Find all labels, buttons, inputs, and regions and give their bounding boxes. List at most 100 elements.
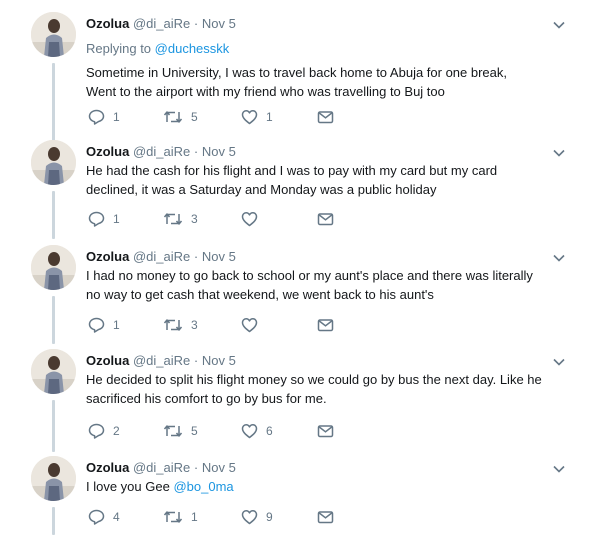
direct-message-button[interactable] [317, 508, 334, 526]
mention-link[interactable]: @duchesskk [155, 41, 230, 56]
username[interactable]: @di_aiRe [133, 249, 190, 264]
retweet-count: 1 [191, 510, 198, 524]
reply-button[interactable]: 4 [88, 508, 120, 526]
heart-icon [241, 110, 258, 125]
tweet-actions: 1 3 [86, 210, 346, 228]
direct-message-button[interactable] [317, 108, 334, 126]
like-count: 1 [266, 110, 273, 124]
thread-line [52, 296, 55, 344]
retweet-button[interactable]: 5 [163, 108, 198, 126]
retweet-button[interactable]: 3 [163, 316, 198, 334]
display-name[interactable]: Ozolua [86, 353, 129, 368]
timestamp[interactable]: Nov 5 [202, 353, 236, 368]
separator: · [193, 249, 199, 264]
reply-icon [88, 423, 105, 439]
retweet-count: 5 [191, 110, 198, 124]
retweet-icon [163, 213, 183, 225]
retweet-count: 3 [191, 212, 198, 226]
like-button[interactable]: 6 [241, 422, 273, 440]
reply-icon [88, 211, 105, 227]
display-name[interactable]: Ozolua [86, 460, 129, 475]
envelope-icon [317, 111, 334, 124]
avatar[interactable] [31, 245, 76, 290]
avatar-photo-icon [31, 349, 76, 394]
envelope-icon [317, 511, 334, 524]
thread-line [52, 191, 55, 239]
heart-icon [241, 510, 258, 525]
username[interactable]: @di_aiRe [133, 16, 190, 31]
separator: · [193, 16, 199, 31]
username[interactable]: @di_aiRe [133, 353, 190, 368]
retweet-icon [163, 111, 183, 123]
retweet-button[interactable]: 5 [163, 422, 198, 440]
retweet-button[interactable]: 1 [163, 508, 198, 526]
display-name[interactable]: Ozolua [86, 144, 129, 159]
tweet-text: He had the cash for his flight and I was… [86, 161, 576, 199]
heart-icon [241, 212, 258, 227]
avatar[interactable] [31, 140, 76, 185]
envelope-icon [317, 425, 334, 438]
tweet-text: He decided to split his flight money so … [86, 370, 576, 408]
chevron-down-icon[interactable] [553, 149, 565, 157]
chevron-down-icon[interactable] [553, 21, 565, 29]
tweet-actions: 1 3 [86, 316, 346, 334]
direct-message-button[interactable] [317, 422, 334, 440]
avatar-photo-icon [31, 245, 76, 290]
mention-link[interactable]: @bo_0ma [173, 479, 233, 494]
chevron-down-icon[interactable] [553, 358, 565, 366]
heart-icon [241, 318, 258, 333]
timestamp[interactable]: Nov 5 [202, 460, 236, 475]
like-button[interactable]: 9 [241, 508, 273, 526]
timestamp[interactable]: Nov 5 [202, 249, 236, 264]
reply-button[interactable]: 1 [88, 316, 120, 334]
direct-message-button[interactable] [317, 210, 334, 228]
avatar[interactable] [31, 349, 76, 394]
reply-count: 1 [113, 110, 120, 124]
reply-count: 4 [113, 510, 120, 524]
tweet-text: Sometime in University, I was to travel … [86, 63, 576, 101]
chevron-down-icon[interactable] [553, 465, 565, 473]
display-name[interactable]: Ozolua [86, 249, 129, 264]
separator: · [193, 144, 199, 159]
separator: · [193, 353, 199, 368]
reply-icon [88, 509, 105, 525]
replying-to-label: Replying to [86, 41, 152, 56]
retweet-count: 3 [191, 318, 198, 332]
tweet-header: Ozolua @di_aiRe · Nov 5 [86, 460, 236, 476]
retweet-icon [163, 425, 183, 437]
tweet-header: Ozolua @di_aiRe · Nov 5 [86, 353, 236, 369]
avatar[interactable] [31, 12, 76, 57]
like-button[interactable]: 1 [241, 108, 273, 126]
envelope-icon [317, 319, 334, 332]
chevron-down-icon[interactable] [553, 254, 565, 262]
reply-button[interactable]: 1 [88, 108, 120, 126]
like-count: 6 [266, 424, 273, 438]
tweet-text-body: Sometime in University, I was to travel … [86, 65, 508, 99]
username[interactable]: @di_aiRe [133, 144, 190, 159]
reply-button[interactable]: 2 [88, 422, 120, 440]
tweet-actions: 1 5 1 [86, 108, 346, 126]
thread-line [52, 400, 55, 452]
avatar-photo-icon [31, 140, 76, 185]
direct-message-button[interactable] [317, 316, 334, 334]
reply-count: 1 [113, 212, 120, 226]
display-name[interactable]: Ozolua [86, 16, 129, 31]
username[interactable]: @di_aiRe [133, 460, 190, 475]
thread-line [52, 63, 55, 145]
timestamp[interactable]: Nov 5 [202, 16, 236, 31]
envelope-icon [317, 213, 334, 226]
reply-button[interactable]: 1 [88, 210, 120, 228]
tweet-thread: Ozolua @di_aiRe · Nov 5 Replying to @duc… [0, 0, 600, 535]
avatar-photo-icon [31, 456, 76, 501]
tweet-text: I had no money to go back to school or m… [86, 266, 576, 304]
like-count: 9 [266, 510, 273, 524]
like-button[interactable] [241, 316, 266, 334]
like-button[interactable] [241, 210, 266, 228]
tweet-header: Ozolua @di_aiRe · Nov 5 [86, 249, 236, 265]
timestamp[interactable]: Nov 5 [202, 144, 236, 159]
retweet-icon [163, 511, 183, 523]
tweet-header: Ozolua @di_aiRe · Nov 5 [86, 16, 236, 32]
avatar[interactable] [31, 456, 76, 501]
tweet-text-body: He decided to split his flight money so … [86, 372, 542, 406]
retweet-button[interactable]: 3 [163, 210, 198, 228]
